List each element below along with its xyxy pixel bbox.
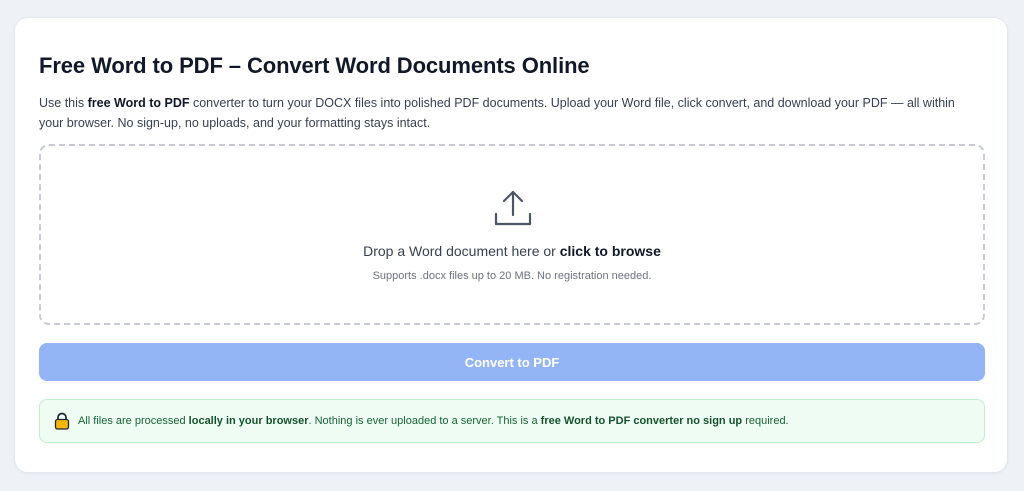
dropzone-label: Drop a Word document here or click to br… bbox=[41, 243, 983, 259]
privacy-notice: All files are processed locally in your … bbox=[39, 399, 985, 443]
privacy-notice-text: All files are processed locally in your … bbox=[78, 415, 789, 427]
notice-bold-2: free Word to PDF converter no sign up bbox=[540, 415, 743, 427]
dropzone-hint: Supports .docx files up to 20 MB. No reg… bbox=[372, 270, 652, 282]
notice-text-3: required. bbox=[742, 415, 789, 427]
convert-to-pdf-button[interactable]: Convert to PDF bbox=[39, 343, 985, 381]
lock-icon bbox=[54, 412, 70, 430]
notice-bold-1: locally in your browser bbox=[188, 415, 309, 427]
upload-icon bbox=[494, 190, 532, 226]
intro-paragraph: Use this free Word to PDF converter to t… bbox=[39, 93, 979, 133]
notice-text-2: . Nothing is ever uploaded to a server. … bbox=[308, 415, 541, 427]
converter-card: Free Word to PDF – Convert Word Document… bbox=[14, 17, 1008, 473]
dropzone-label-text: Drop a Word document here or bbox=[363, 243, 560, 259]
file-dropzone[interactable]: Drop a Word document here or click to br… bbox=[39, 144, 985, 325]
intro-text-start: Use this bbox=[39, 96, 88, 110]
page-title: Free Word to PDF – Convert Word Document… bbox=[39, 53, 590, 78]
browse-link[interactable]: click to browse bbox=[560, 243, 661, 259]
intro-bold: free Word to PDF bbox=[87, 96, 190, 110]
notice-text-1: All files are processed bbox=[78, 415, 189, 427]
